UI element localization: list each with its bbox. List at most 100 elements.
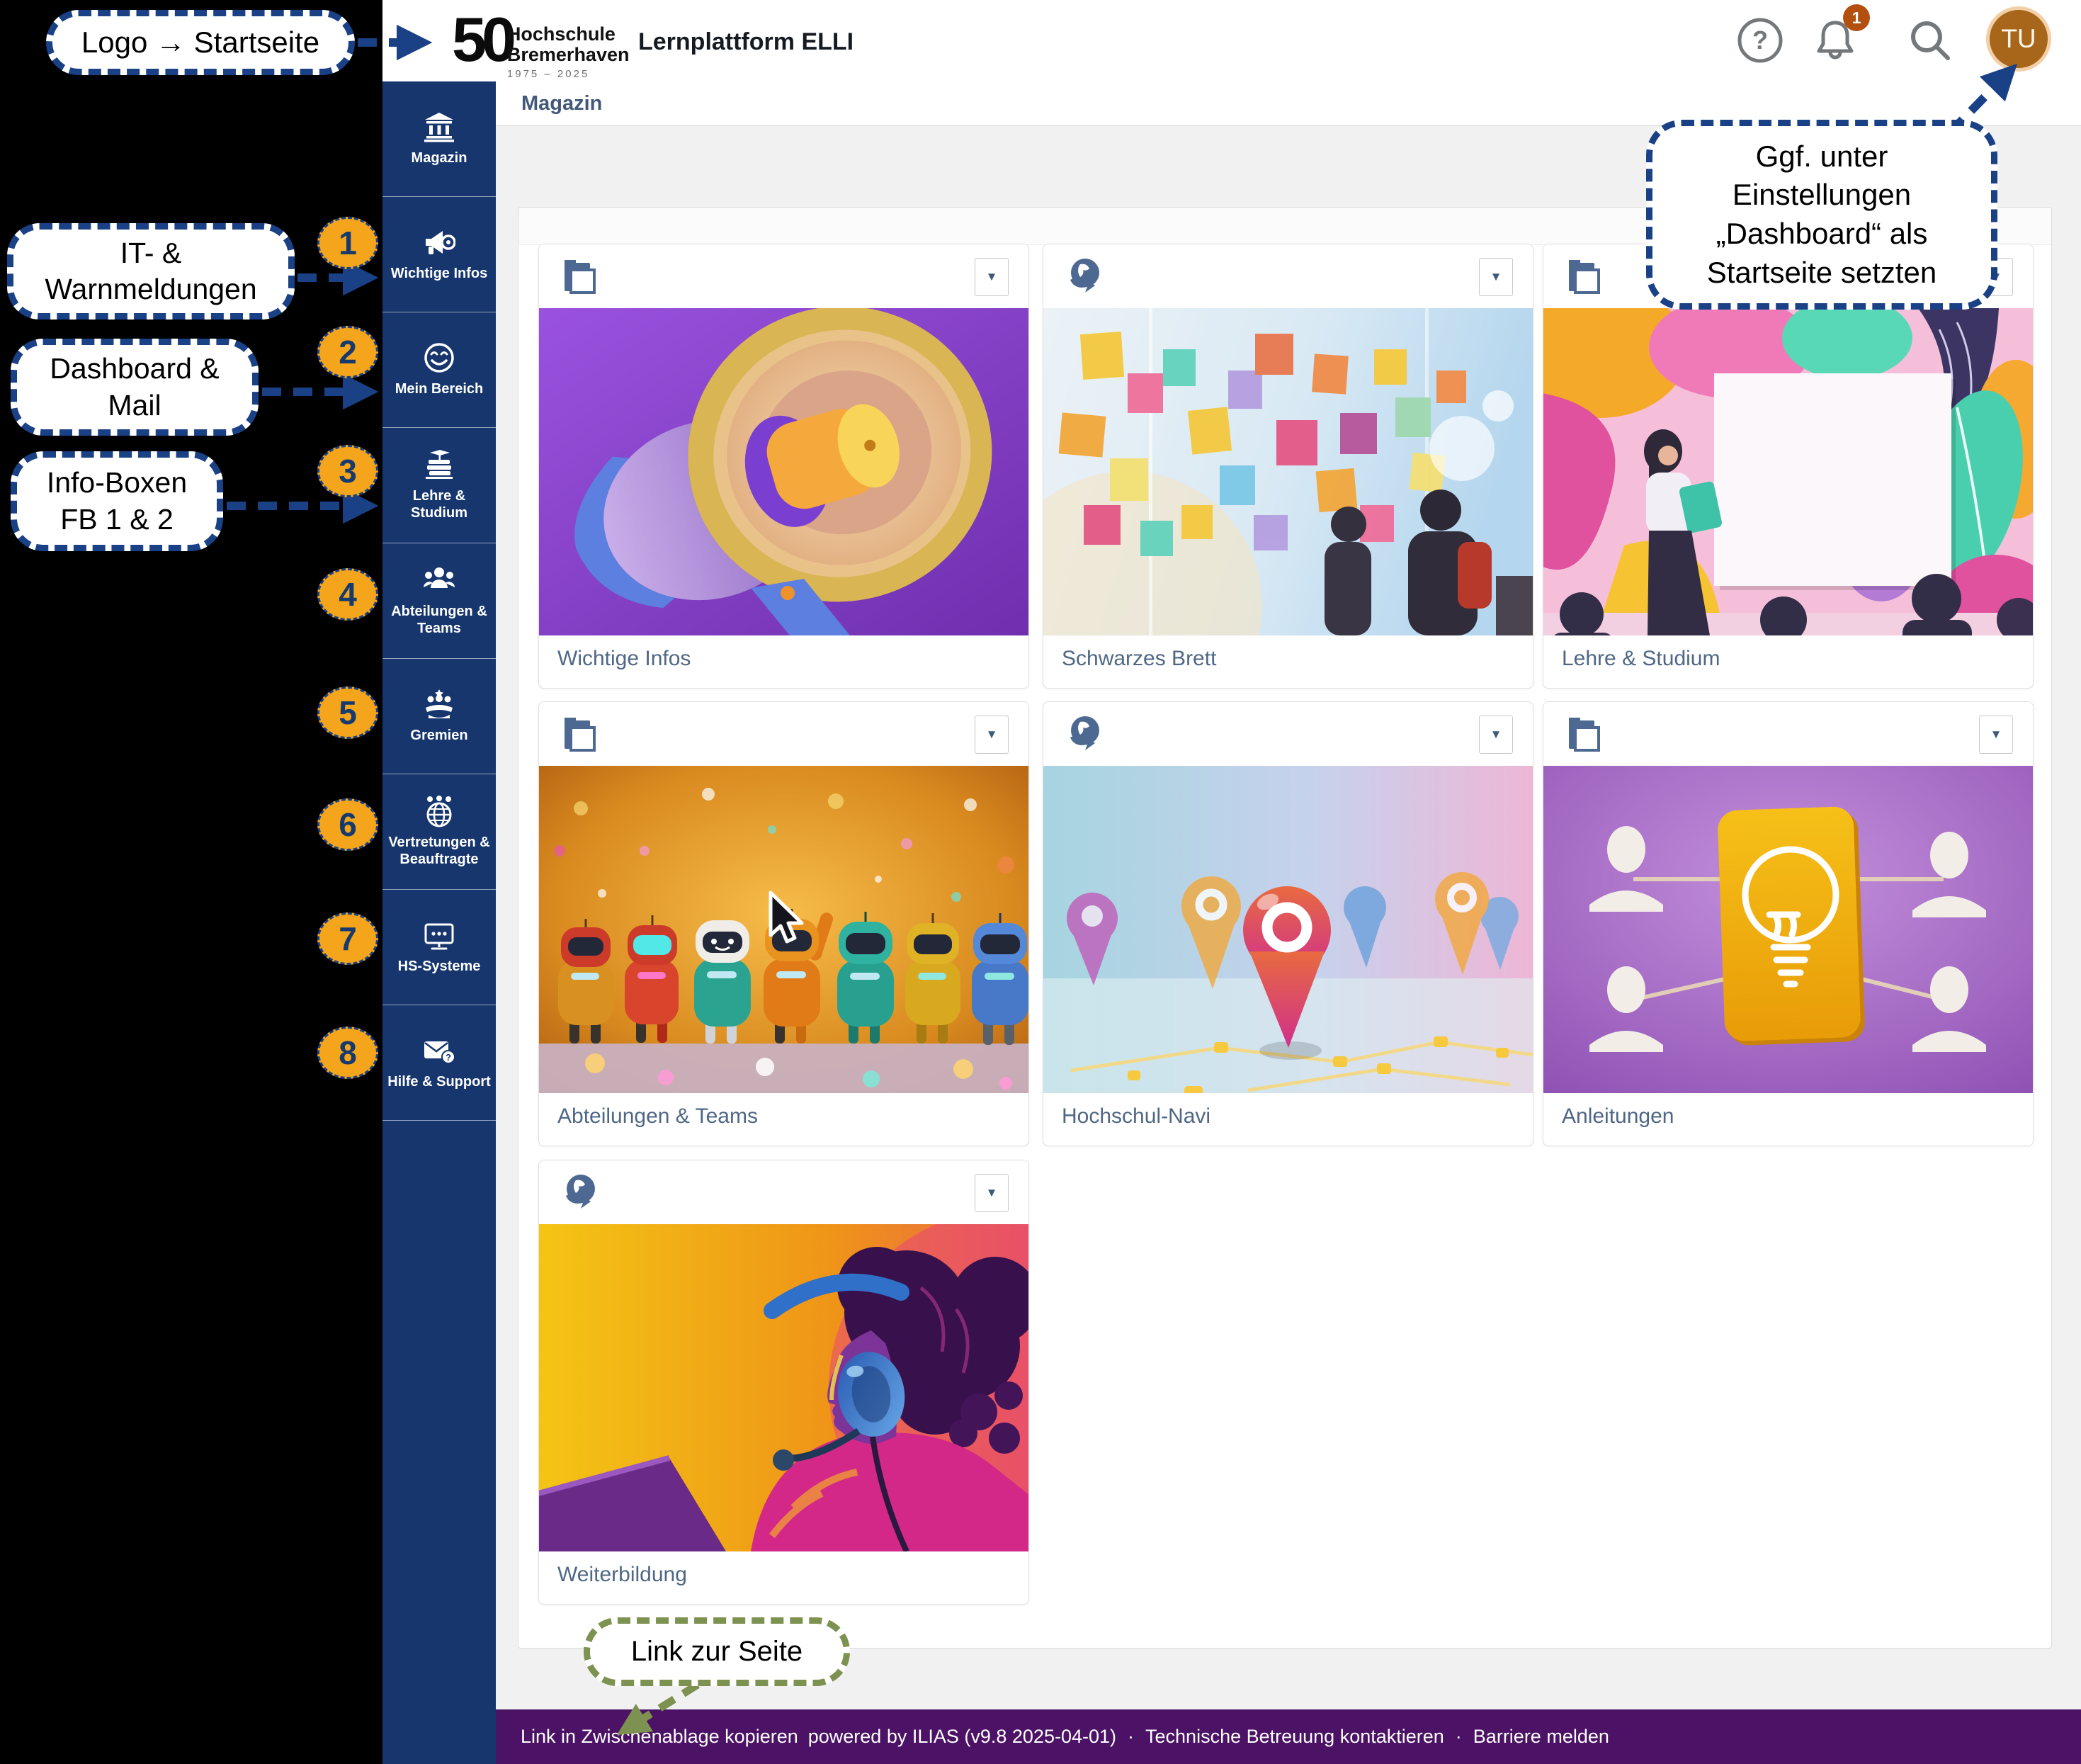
tile-schwarzes-brett[interactable]: ▼ <box>1043 244 1533 689</box>
megaphone-icon <box>423 226 455 259</box>
logo-line1: Hochschule <box>507 23 616 45</box>
top-header: 50 Hochschule Bremerhaven 1975 – 2025 Le… <box>382 0 2081 81</box>
breadcrumb[interactable]: Magazin <box>521 92 602 115</box>
annotation-startseite-setzen: Ggf. unter Einstellungen „Dashboard“ als… <box>1646 120 1997 310</box>
logo-years: 1975 – 2025 <box>507 68 630 80</box>
sidebar-item-label: Magazin <box>407 150 472 167</box>
repository-panel: ▼ <box>518 207 2052 1649</box>
sidebar-item-label: Mein Bereich <box>391 381 487 398</box>
sidebar-item-vertretungen[interactable]: Vertretungen & Beauftragte <box>382 774 496 890</box>
tile-title[interactable]: Abteilungen & Teams <box>539 1093 1028 1129</box>
sidebar-item-hs-systeme[interactable]: HS-Systeme <box>382 890 496 1005</box>
tile-title[interactable]: Lehre & Studium <box>1543 635 2033 671</box>
page-title: Lernplattform ELLI <box>638 28 854 56</box>
page: 50 Hochschule Bremerhaven 1975 – 2025 Le… <box>0 0 2081 1764</box>
card-image-presentation[interactable] <box>1543 308 2033 635</box>
sidebar-item-label: Hilfe & Support <box>383 1074 495 1091</box>
annotation-link-zur-seite: Link zur Seite <box>584 1617 850 1686</box>
marker-3: 3 <box>317 445 378 497</box>
sidebar-item-lehre-studium[interactable]: Lehre & Studium <box>382 428 496 543</box>
folder-icon <box>1563 713 1604 754</box>
tile-title[interactable]: Anleitungen <box>1543 1093 2033 1129</box>
tile-title[interactable]: Hochschul-Navi <box>1043 1093 1533 1129</box>
footer-barrier-link[interactable]: Barriere melden <box>1473 1726 1609 1748</box>
marker-6: 6 <box>317 798 378 851</box>
tile-title[interactable]: Wichtige Infos <box>539 635 1028 671</box>
footer-powered-by: powered by ILIAS (v9.8 2025-04-01) <box>808 1726 1116 1748</box>
marker-1: 1 <box>317 217 378 269</box>
footer-bar: Link in Zwischenablage kopieren powered … <box>496 1709 2081 1764</box>
sidebar: Magazin Wichtige Infos Mein Bereich <box>382 81 496 1764</box>
bank-icon <box>423 111 455 143</box>
people-icon <box>423 564 455 597</box>
sidebar-item-gremien[interactable]: Gremien <box>382 659 496 774</box>
card-image-sticky-notes[interactable] <box>1043 308 1533 635</box>
tile-abteilungen-teams[interactable]: ▼ <box>538 701 1029 1146</box>
tile-actions-dropdown[interactable]: ▼ <box>975 258 1009 296</box>
mail-question-icon: ? <box>423 1034 455 1067</box>
folder-icon <box>1563 256 1604 297</box>
annotation-logo-startseite: Logo → Startseite <box>46 10 355 75</box>
tile-title[interactable]: Schwarzes Brett <box>1043 635 1533 671</box>
sidebar-item-label: HS-Systeme <box>394 959 485 976</box>
card-image-map-pins[interactable] <box>1043 766 1533 1093</box>
sidebar-item-hilfe-support[interactable]: ? Hilfe & Support <box>382 1005 496 1121</box>
marker-2: 2 <box>317 326 378 378</box>
tile-anleitungen[interactable]: ▼ <box>1543 701 2034 1146</box>
annotation-it-warnmeldungen: IT- & Warnmeldungen <box>7 223 295 320</box>
marker-7: 7 <box>317 912 378 965</box>
sidebar-item-label: Gremien <box>406 728 472 745</box>
logo-line2: Bremerhaven <box>507 44 630 65</box>
tile-weiterbildung[interactable]: ▼ <box>538 1160 1029 1605</box>
tile-actions-dropdown[interactable]: ▼ <box>975 1174 1009 1212</box>
footer-support-link[interactable]: Technische Betreuung kontaktieren <box>1145 1726 1444 1748</box>
folder-icon <box>559 713 600 754</box>
logo-50: 50 <box>452 6 511 74</box>
svg-text:?: ? <box>1752 26 1768 55</box>
annotation-infoboxen: Info-Boxen FB 1 & 2 <box>11 451 223 551</box>
avatar[interactable]: TU <box>1986 6 2051 72</box>
sidebar-item-label: Lehre & Studium <box>382 488 496 521</box>
link-icon <box>1063 256 1104 297</box>
sidebar-item-mein-bereich[interactable]: Mein Bereich <box>382 312 496 428</box>
card-image-robots[interactable] <box>539 766 1028 1093</box>
sidebar-item-magazin[interactable]: Magazin <box>382 81 496 197</box>
annotation-dashboard-mail: Dashboard & Mail <box>11 339 259 436</box>
search-icon[interactable] <box>1907 17 1954 64</box>
footer-copy-link[interactable]: Link in Zwischenablage kopieren <box>521 1726 798 1748</box>
committee-icon <box>423 688 455 720</box>
tile-actions-dropdown[interactable]: ▼ <box>975 716 1009 754</box>
link-icon <box>1063 713 1104 754</box>
help-icon[interactable]: ? <box>1737 17 1784 64</box>
folder-icon <box>559 256 600 297</box>
university-logo[interactable]: 50 Hochschule Bremerhaven 1975 – 2025 <box>452 6 629 80</box>
sidebar-item-label: Abteilungen & Teams <box>382 604 496 637</box>
monitor-icon <box>423 919 455 951</box>
sidebar-item-label: Wichtige Infos <box>387 266 492 283</box>
tile-actions-dropdown[interactable]: ▼ <box>1479 258 1513 296</box>
globe-people-icon <box>423 795 455 827</box>
sidebar-item-wichtige-infos[interactable]: Wichtige Infos <box>382 197 496 312</box>
marker-8: 8 <box>317 1027 378 1079</box>
sidebar-item-abteilungen-teams[interactable]: Abteilungen & Teams <box>382 543 496 659</box>
tile-actions-dropdown[interactable]: ▼ <box>1479 716 1513 754</box>
main-content: Magazin ▼ <box>496 81 2081 1709</box>
footer-separator: · <box>1128 1726 1134 1748</box>
tile-actions-dropdown[interactable]: ▼ <box>1979 716 2013 754</box>
card-image-lightbulb[interactable] <box>1543 766 2033 1093</box>
tile-title[interactable]: Weiterbildung <box>539 1551 1028 1587</box>
smiley-icon <box>423 341 455 374</box>
tile-wichtige-infos[interactable]: ▼ <box>538 244 1029 689</box>
footer-separator: · <box>1456 1726 1462 1748</box>
card-image-megaphone[interactable] <box>539 308 1028 635</box>
marker-4: 4 <box>317 568 378 621</box>
marker-5: 5 <box>317 686 378 739</box>
notification-badge: 1 <box>1843 4 1870 31</box>
tile-hochschul-navi[interactable]: ▼ <box>1043 701 1533 1146</box>
sidebar-item-label: Vertretungen & Beauftragte <box>382 835 496 868</box>
link-icon <box>559 1172 600 1213</box>
tile-lehre-studium[interactable]: ▼ <box>1543 244 2034 689</box>
svg-text:?: ? <box>446 1052 451 1063</box>
books-icon <box>423 448 455 481</box>
card-image-headset[interactable] <box>539 1224 1028 1551</box>
